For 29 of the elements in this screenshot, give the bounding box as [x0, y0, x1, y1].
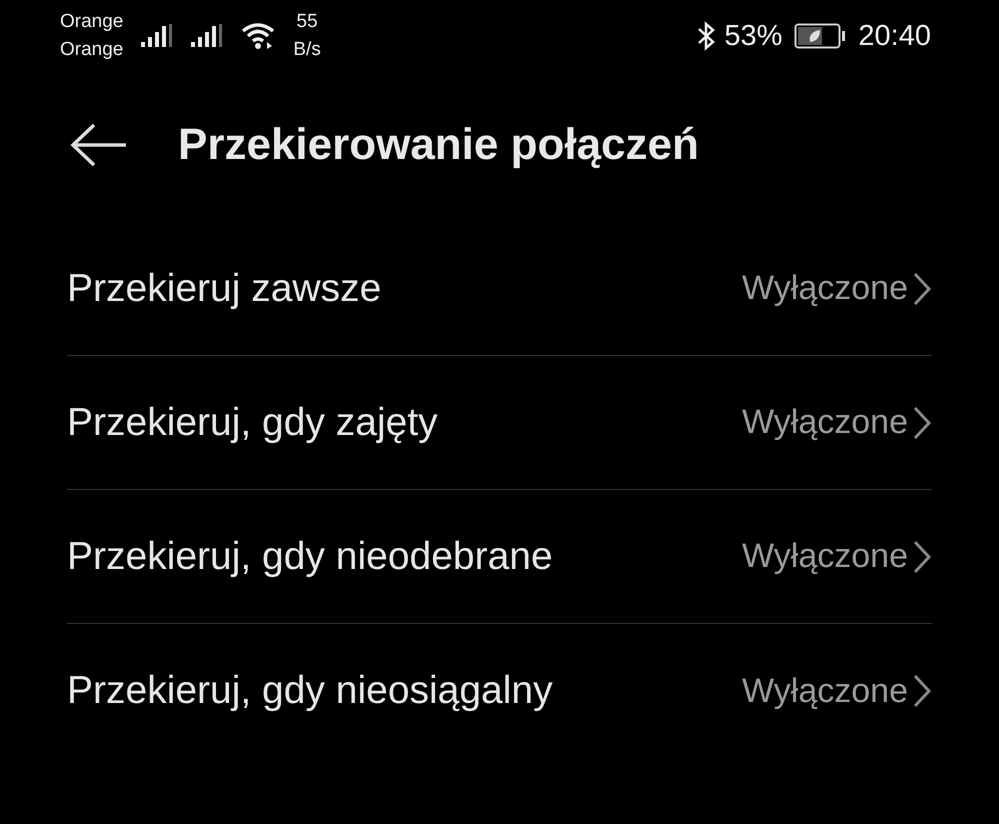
back-button[interactable] [70, 123, 128, 167]
signal-icon [141, 24, 174, 48]
network-speed-unit: B/s [293, 38, 321, 62]
row-value: Wyłączone [742, 537, 908, 576]
chevron-right-icon [912, 674, 932, 708]
clock-time: 20:40 [858, 20, 931, 52]
chevron-right-icon [912, 272, 932, 306]
battery-icon [794, 22, 846, 50]
settings-row[interactable]: Przekieruj, gdy nieosiągalny Wyłączone [67, 624, 932, 758]
row-label: Przekieruj, gdy zajęty [67, 400, 439, 444]
row-label: Przekieruj, gdy nieodebrane [67, 534, 554, 578]
settings-row[interactable]: Przekieruj, gdy zajęty Wyłączone [67, 356, 932, 490]
network-speed: 55 [296, 10, 318, 34]
chevron-right-icon [912, 540, 932, 574]
settings-row[interactable]: Przekieruj, gdy nieodebrane Wyłączone [67, 490, 932, 624]
row-value: Wyłączone [742, 672, 908, 710]
row-value: Wyłączone [742, 269, 908, 308]
carrier-name: Orange [60, 10, 124, 34]
chevron-right-icon [912, 406, 932, 440]
row-value: Wyłączone [742, 403, 908, 442]
signal-icon [191, 24, 224, 48]
page-title: Przekierowanie połączeń [178, 120, 699, 170]
row-label: Przekieruj zawsze [67, 266, 382, 310]
battery-percent: 53% [724, 20, 782, 52]
carrier-name: Orange [60, 38, 124, 62]
wifi-icon [241, 22, 276, 50]
settings-row[interactable]: Przekieruj zawsze Wyłączone [67, 222, 932, 356]
row-label: Przekieruj, gdy nieosiągalny [67, 669, 554, 713]
back-arrow-icon [70, 123, 128, 167]
